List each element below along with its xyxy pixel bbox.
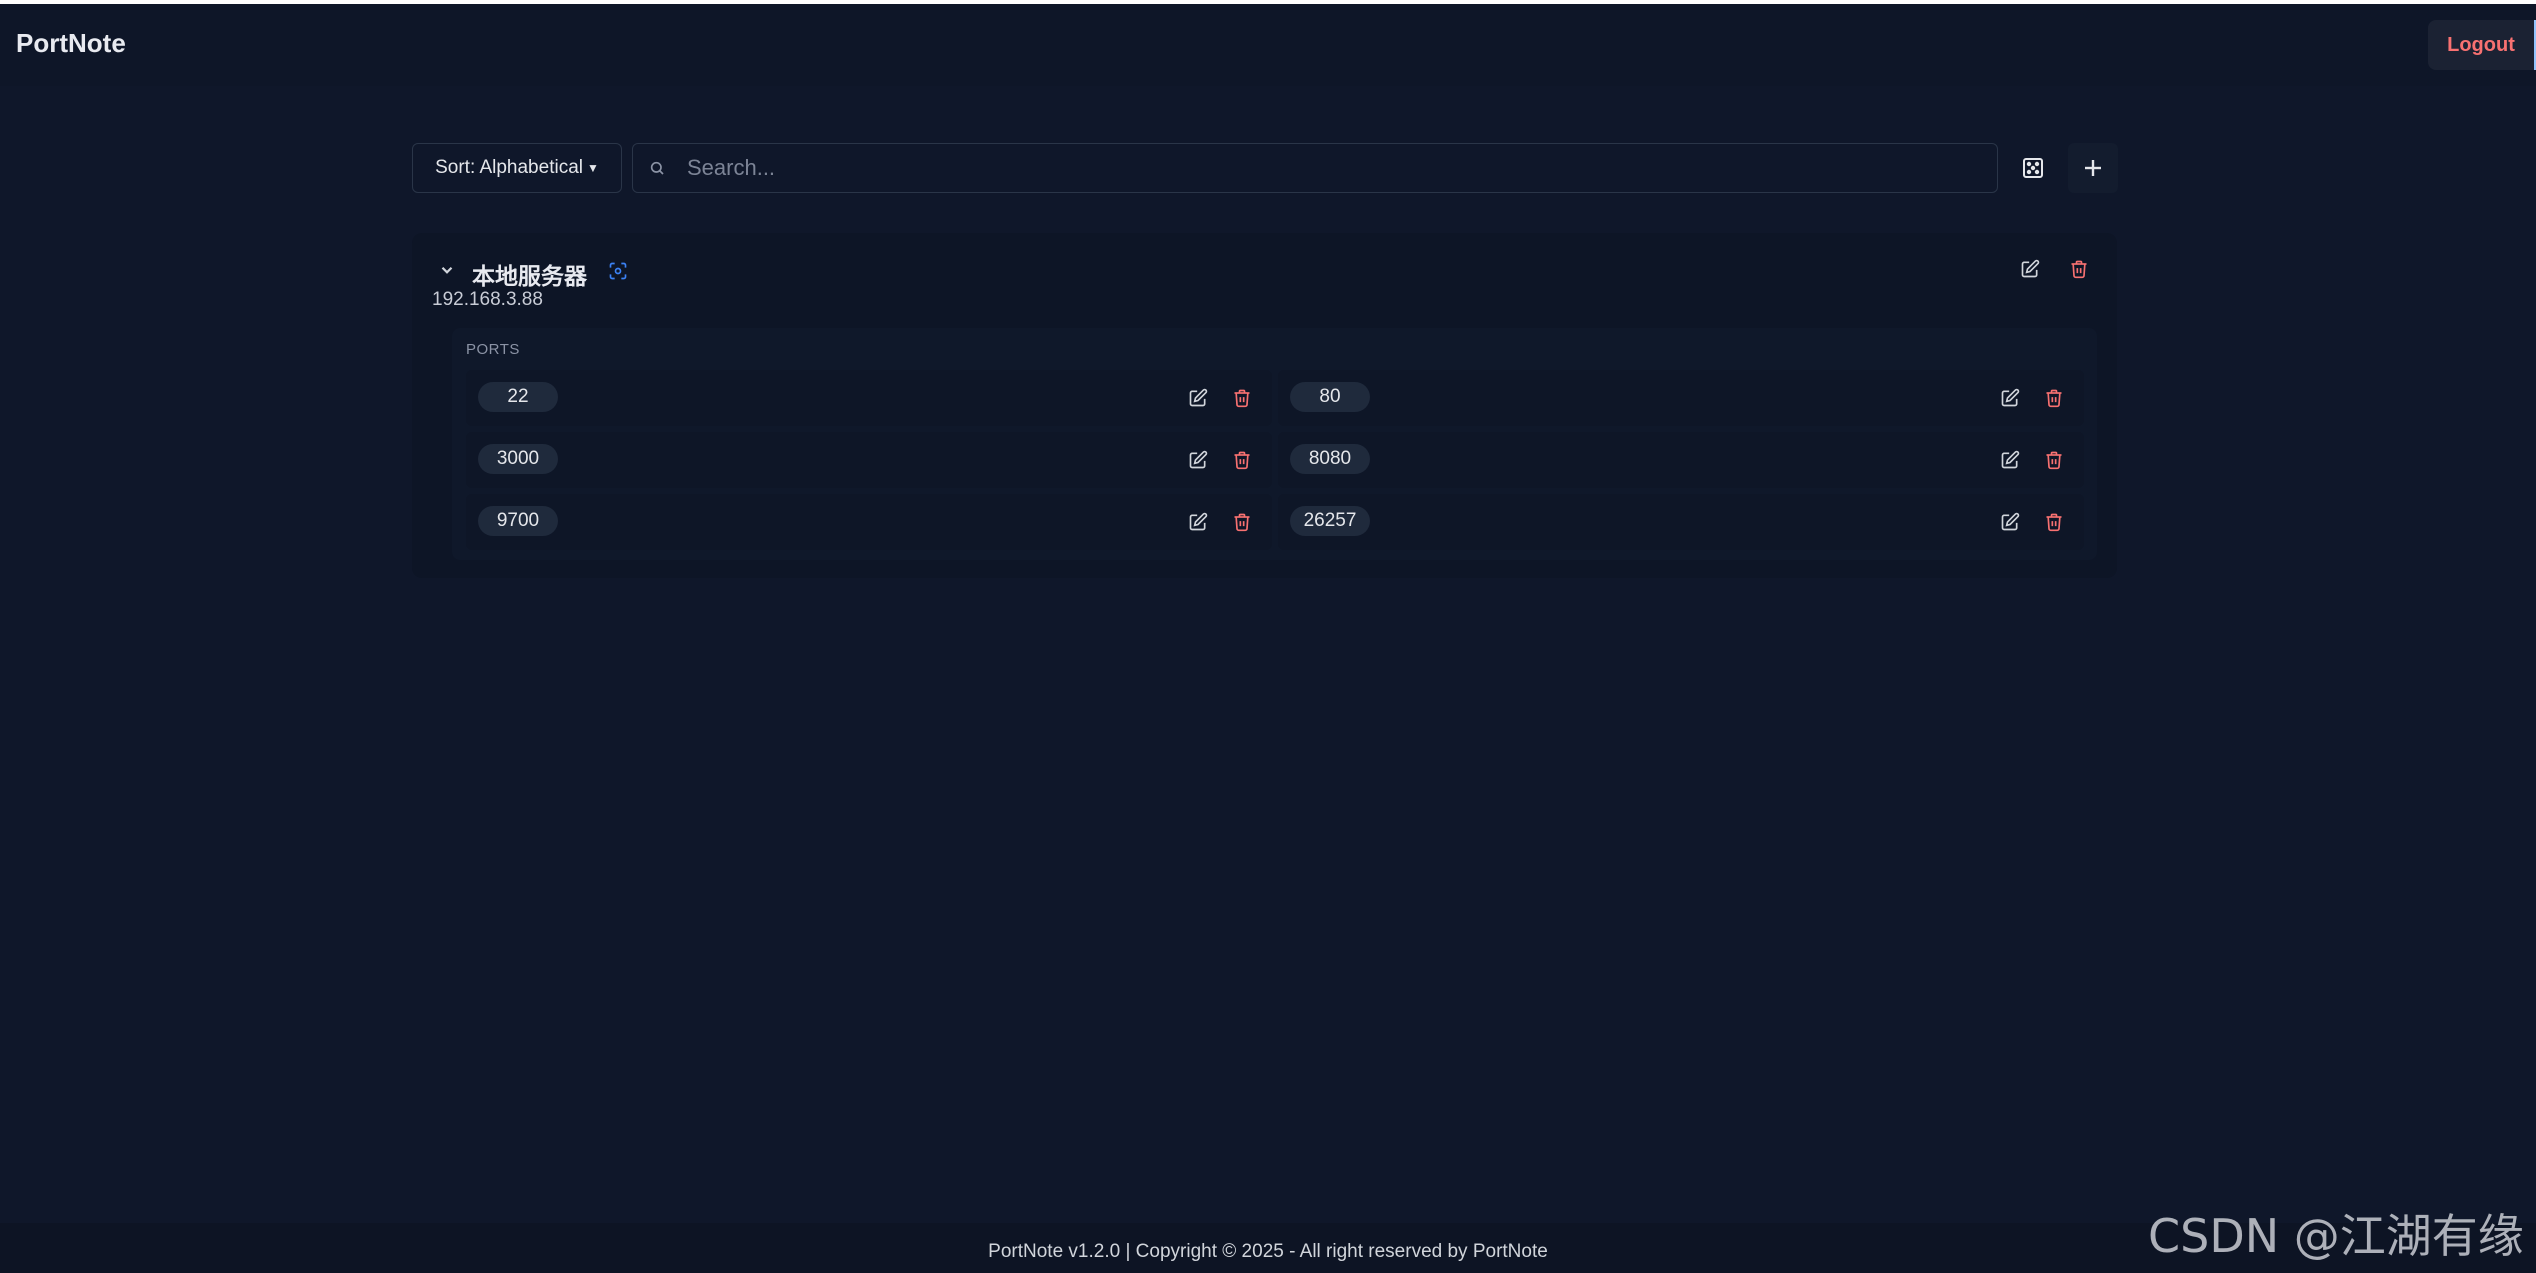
edit-server-icon[interactable] bbox=[2020, 259, 2040, 279]
delete-icon[interactable] bbox=[1232, 450, 1252, 470]
edit-icon[interactable] bbox=[1188, 450, 1208, 470]
search-box[interactable] bbox=[632, 143, 1998, 193]
port-badge: 80 bbox=[1290, 382, 1370, 412]
random-button[interactable] bbox=[2008, 143, 2058, 193]
ports-panel: PORTS 22 80 3000 8080 9700 26257 bbox=[452, 328, 2097, 560]
caret-down-icon: ▼ bbox=[586, 161, 599, 175]
chevron-down-icon[interactable] bbox=[438, 261, 456, 279]
port-badge: 26257 bbox=[1290, 506, 1370, 536]
port-row: 80 bbox=[1278, 370, 2084, 426]
server-ip: 192.168.3.88 bbox=[432, 289, 543, 310]
edit-icon[interactable] bbox=[2000, 450, 2020, 470]
server-name: 本地服务器 bbox=[472, 263, 587, 289]
port-row: 22 bbox=[466, 370, 1272, 426]
plus-icon bbox=[2081, 156, 2105, 180]
edit-icon[interactable] bbox=[2000, 388, 2020, 408]
port-badge: 22 bbox=[478, 382, 558, 412]
port-row: 26257 bbox=[1278, 494, 2084, 550]
scan-icon[interactable] bbox=[608, 261, 628, 281]
edit-icon[interactable] bbox=[1188, 512, 1208, 532]
sort-label: Sort: Alphabetical bbox=[435, 157, 583, 178]
delete-icon[interactable] bbox=[2044, 512, 2064, 532]
delete-icon[interactable] bbox=[1232, 388, 1252, 408]
toolbar: Sort: Alphabetical ▼ bbox=[412, 143, 2118, 195]
edit-icon[interactable] bbox=[2000, 512, 2020, 532]
footer-text: PortNote v1.2.0 | Copyright © 2025 - All… bbox=[988, 1241, 1548, 1262]
port-row: 9700 bbox=[466, 494, 1272, 550]
logout-button[interactable]: Logout bbox=[2428, 20, 2536, 70]
add-button[interactable] bbox=[2068, 143, 2118, 193]
delete-icon[interactable] bbox=[1232, 512, 1252, 532]
dice-icon bbox=[2021, 156, 2045, 180]
port-badge: 3000 bbox=[478, 444, 558, 474]
search-input[interactable] bbox=[685, 144, 1997, 192]
search-icon bbox=[649, 160, 665, 176]
navbar: PortNote Logout bbox=[0, 4, 2536, 86]
sort-dropdown[interactable]: Sort: Alphabetical ▼ bbox=[412, 143, 622, 193]
port-row: 3000 bbox=[466, 432, 1272, 488]
port-row: 8080 bbox=[1278, 432, 2084, 488]
delete-icon[interactable] bbox=[2044, 450, 2064, 470]
delete-icon[interactable] bbox=[2044, 388, 2064, 408]
watermark: CSDN @江湖有缘 bbox=[2148, 1209, 2524, 1263]
port-badge: 9700 bbox=[478, 506, 558, 536]
app-title[interactable]: PortNote bbox=[16, 28, 126, 59]
port-badge: 8080 bbox=[1290, 444, 1370, 474]
ports-label: PORTS bbox=[466, 341, 520, 358]
server-card: 本地服务器 192.168.3.88 PORTS 22 80 3000 8080 bbox=[412, 233, 2117, 578]
delete-server-icon[interactable] bbox=[2069, 259, 2089, 279]
edit-icon[interactable] bbox=[1188, 388, 1208, 408]
